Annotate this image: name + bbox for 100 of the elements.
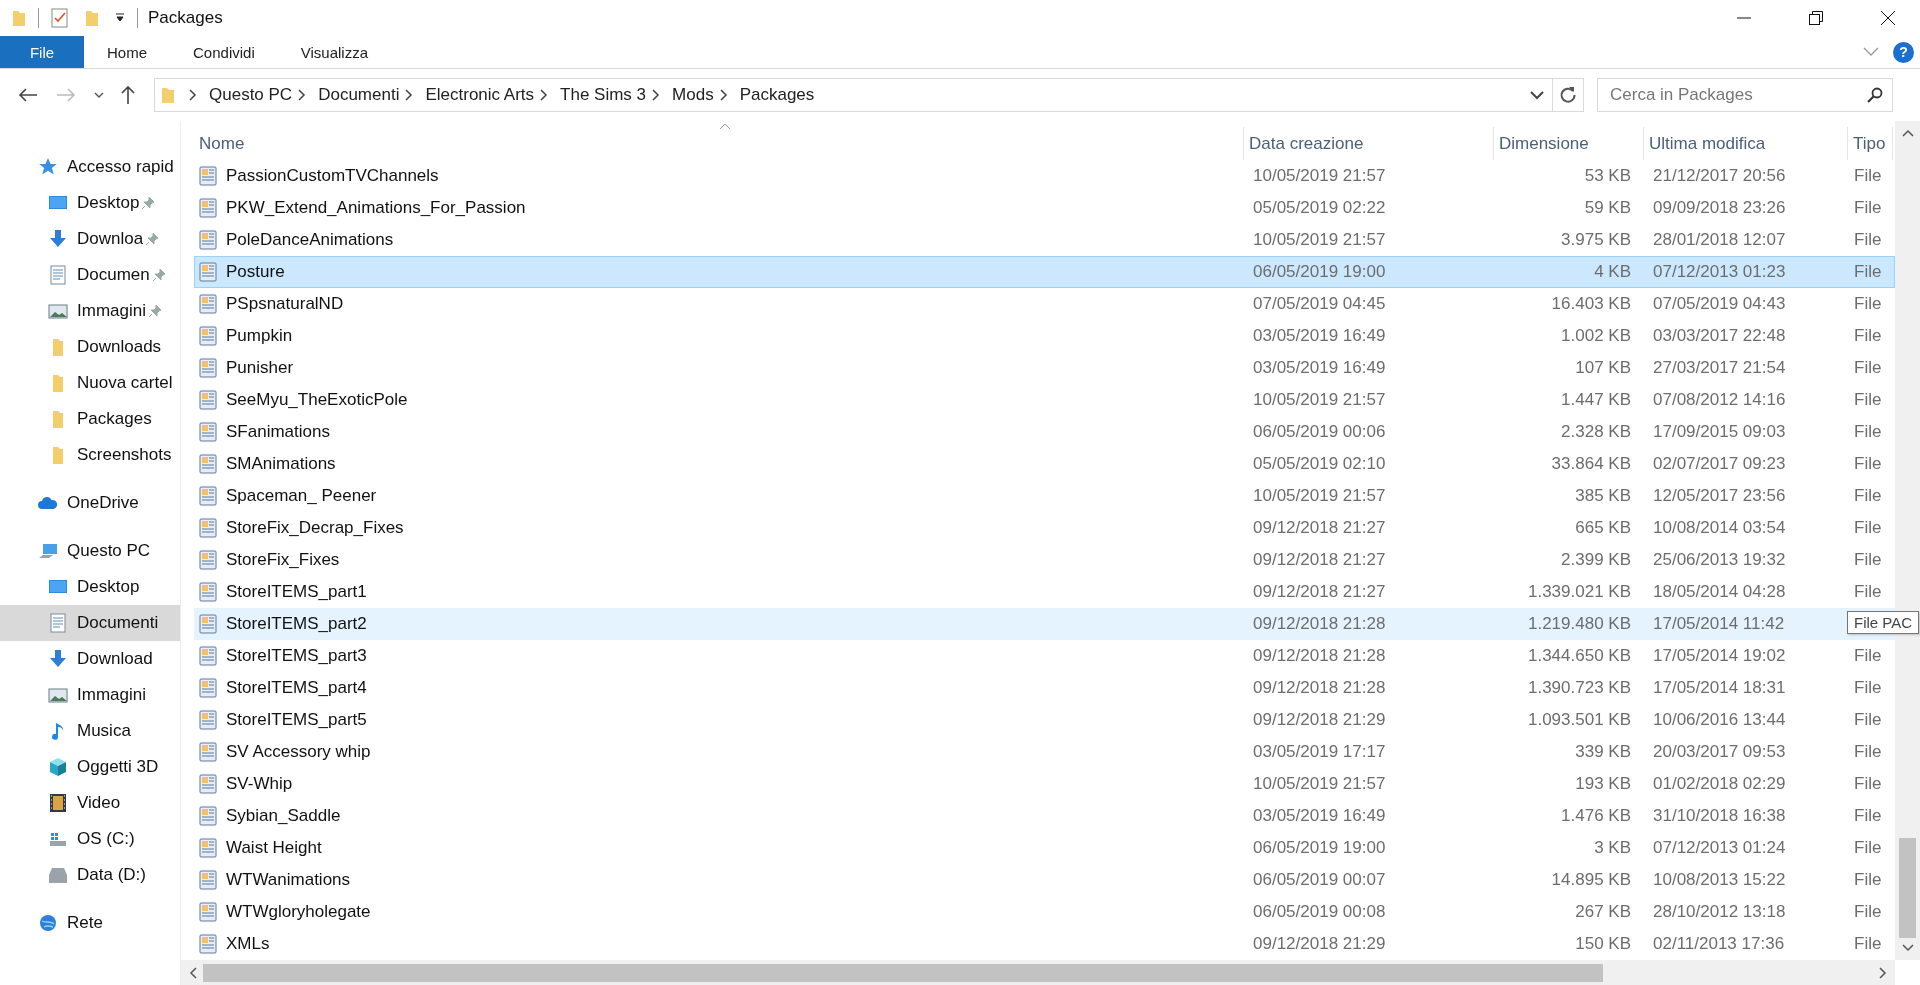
table-cell-text: 01/02/2018 02:29 — [1652, 774, 1787, 794]
scrollbar-thumb[interactable] — [1899, 838, 1916, 938]
caret-icon[interactable] — [94, 91, 104, 99]
file-row[interactable]: WTWgloryholegate 06/05/2019 00:08 267 KB 28/10/2012 13:18 File — [194, 896, 1895, 928]
file-row[interactable]: StoreFix_Decrap_Fixes 09/12/2018 21:27 665 KB 10/08/2014 03:54 File — [194, 512, 1895, 544]
column-header[interactable]: Nome — [194, 127, 1244, 160]
table-cell-text: 05/05/2019 02:22 — [1252, 198, 1387, 218]
column-header[interactable]: Ultima modifica — [1644, 127, 1848, 160]
chevron-icon[interactable] — [189, 89, 197, 101]
sidebar-item[interactable]: Accesso rapid — [0, 149, 180, 185]
chevron-icon[interactable] — [298, 89, 307, 101]
sidebar-item[interactable]: Questo PC — [0, 533, 180, 569]
address-bar[interactable]: Questo PC Documenti Electronic Arts The Sims 3 Mods Packages — [154, 78, 1584, 112]
sidebar-item[interactable]: Documenti — [0, 605, 180, 641]
scroll-left-icon[interactable] — [189, 967, 197, 979]
table-cell-text: File — [1853, 262, 1883, 282]
sidebar-item[interactable]: Data (D:) — [0, 857, 180, 893]
file-row[interactable]: StoreITEMS_part3 09/12/2018 21:28 1.344.650 KB 17/05/2014 19:02 File — [194, 640, 1895, 672]
file-icon — [199, 774, 217, 794]
table-cell-text: 09/09/2018 23:26 — [1652, 198, 1787, 218]
up-arrow-icon[interactable] — [120, 85, 136, 105]
scroll-up-icon[interactable] — [1901, 129, 1914, 137]
sidebar-item[interactable]: Desktop — [0, 185, 180, 221]
sidebar-label: Questo PC — [67, 541, 151, 561]
chevron-icon[interactable] — [652, 89, 661, 101]
file-row[interactable]: Waist Height 06/05/2019 19:00 3 KB 07/12/2013 01:24 File — [194, 832, 1895, 864]
file-row[interactable]: Posture 06/05/2019 19:00 4 KB 07/12/2013 01:23 File — [194, 256, 1895, 288]
chevron-icon[interactable] — [719, 89, 728, 101]
file-row[interactable]: Spaceman_ Peener 10/05/2019 21:57 385 KB 12/05/2017 23:56 File — [194, 480, 1895, 512]
file-row[interactable]: StoreITEMS_part5 09/12/2018 21:29 1.093.501 KB 10/06/2016 13:44 File — [194, 704, 1895, 736]
sidebar-item[interactable]: OneDrive — [0, 485, 180, 521]
file-row[interactable]: StoreITEMS_part4 09/12/2018 21:28 1.390.723 KB 17/05/2014 18:31 File — [194, 672, 1895, 704]
help-button[interactable]: ? — [1893, 41, 1914, 63]
file-row[interactable]: SV-Whip 10/05/2019 21:57 193 KB 01/02/2018 02:29 File — [194, 768, 1895, 800]
search-field[interactable]: Cerca in Packages — [1597, 78, 1893, 112]
table-cell-text: File — [1853, 934, 1883, 954]
document-icon — [48, 613, 68, 633]
ribbon-tab[interactable]: Visualizza — [277, 36, 391, 68]
sidebar-item[interactable]: Packages — [0, 401, 180, 437]
scroll-down-icon[interactable] — [1901, 944, 1914, 952]
column-header[interactable]: Data creazione — [1244, 127, 1494, 160]
sidebar-item[interactable]: Screenshots — [0, 437, 180, 473]
file-row[interactable]: PoleDanceAnimations 10/05/2019 21:57 3.975 KB 28/01/2018 12:07 File — [194, 224, 1895, 256]
file-row[interactable]: PassionCustomTVChannels 10/05/2019 21:57 53 KB 21/12/2017 20:56 File — [194, 160, 1895, 192]
scroll-right-icon[interactable] — [1879, 967, 1887, 979]
file-menu-button[interactable]: File — [0, 36, 84, 68]
sidebar-item[interactable]: Immagini — [0, 293, 180, 329]
sidebar-item[interactable]: Immagini — [0, 677, 180, 713]
sidebar-item[interactable]: Download — [0, 641, 180, 677]
refresh-icon[interactable] — [1559, 86, 1577, 104]
expand-ribbon-icon[interactable] — [1863, 47, 1879, 57]
scrollbar-thumb[interactable] — [203, 964, 1603, 982]
sidebar-label: Screenshots — [77, 445, 172, 465]
file-row[interactable]: SFanimations 06/05/2019 00:06 2.328 KB 17/09/2015 09:03 File — [194, 416, 1895, 448]
breadcrumb[interactable]: Documenti — [318, 85, 400, 105]
chevron-icon[interactable] — [540, 89, 549, 101]
ribbon-tab[interactable]: Condividi — [170, 36, 278, 68]
file-row[interactable]: Punisher 03/05/2019 16:49 107 KB 27/03/2017 21:54 File — [194, 352, 1895, 384]
sidebar-item[interactable]: Documen — [0, 257, 180, 293]
file-icon — [199, 646, 217, 666]
file-row[interactable]: SV Accessory whip 03/05/2019 17:17 339 KB 20/03/2017 09:53 File — [194, 736, 1895, 768]
dropdown-icon[interactable] — [115, 13, 125, 23]
file-row[interactable]: PSpsnaturalND 07/05/2019 04:45 16.403 KB 07/05/2019 04:43 File — [194, 288, 1895, 320]
file-row[interactable]: StoreFix_Fixes 09/12/2018 21:27 2.399 KB 25/06/2013 19:32 File — [194, 544, 1895, 576]
file-row[interactable]: Pumpkin 03/05/2019 16:49 1.002 KB 03/03/2017 22:48 File — [194, 320, 1895, 352]
file-row[interactable]: SMAnimations 05/05/2019 02:10 33.864 KB 02/07/2017 09:23 File — [194, 448, 1895, 480]
breadcrumb[interactable]: The Sims 3 — [560, 85, 647, 105]
file-icon — [199, 870, 217, 890]
column-header[interactable]: Dimensione — [1494, 127, 1644, 160]
file-row[interactable]: PKW_Extend_Animations_For_Passion 05/05/2019 02:22 59 KB 09/09/2018 23:26 File — [194, 192, 1895, 224]
sidebar-item[interactable]: Downloa — [0, 221, 180, 257]
back-arrow-icon[interactable] — [18, 87, 38, 103]
breadcrumb[interactable]: Mods — [672, 85, 714, 105]
file-row[interactable]: WTWanimations 06/05/2019 00:07 14.895 KB 10/08/2013 15:22 File — [194, 864, 1895, 896]
chevron-icon[interactable] — [405, 89, 414, 101]
breadcrumb[interactable]: Packages — [739, 85, 815, 105]
properties-icon[interactable] — [51, 8, 69, 28]
sidebar-item[interactable]: Rete — [0, 905, 180, 941]
table-cell-text: 06/05/2019 00:08 — [1252, 902, 1387, 922]
sidebar-item[interactable]: Desktop — [0, 569, 180, 605]
sidebar-item[interactable]: Musica — [0, 713, 180, 749]
sidebar-item[interactable]: Nuova cartel — [0, 365, 180, 401]
sidebar-item[interactable]: Video — [0, 785, 180, 821]
breadcrumb[interactable]: Electronic Arts — [425, 85, 535, 105]
file-row[interactable]: XMLs 09/12/2018 21:29 150 KB 02/11/2013 17:36 File — [194, 928, 1895, 960]
dropdown-caret-icon[interactable] — [1530, 90, 1544, 100]
sidebar-item[interactable]: Oggetti 3D — [0, 749, 180, 785]
file-row[interactable]: StoreITEMS_part1 09/12/2018 21:27 1.339.021 KB 18/05/2014 04:28 File — [194, 576, 1895, 608]
file-icon — [199, 550, 217, 570]
table-cell-text: 1.390.723 KB — [1526, 678, 1632, 698]
file-row[interactable]: Sybian_Saddle 03/05/2019 16:49 1.476 KB 31/10/2018 16:38 File — [194, 800, 1895, 832]
sidebar-item[interactable]: Downloads — [0, 329, 180, 365]
breadcrumb[interactable]: Questo PC — [209, 85, 293, 105]
table-cell-text: 3.975 KB — [1560, 230, 1632, 250]
file-row[interactable]: SeeMyu_TheExoticPole 10/05/2019 21:57 1.447 KB 07/08/2012 14:16 File — [194, 384, 1895, 416]
table-cell-text: 09/12/2018 21:29 — [1252, 710, 1387, 730]
ribbon-tab[interactable]: Home — [84, 36, 170, 68]
sidebar-item[interactable]: OS (C:) — [0, 821, 180, 857]
column-header[interactable]: Tipo — [1848, 127, 1893, 160]
sort-caret-icon — [719, 123, 731, 130]
